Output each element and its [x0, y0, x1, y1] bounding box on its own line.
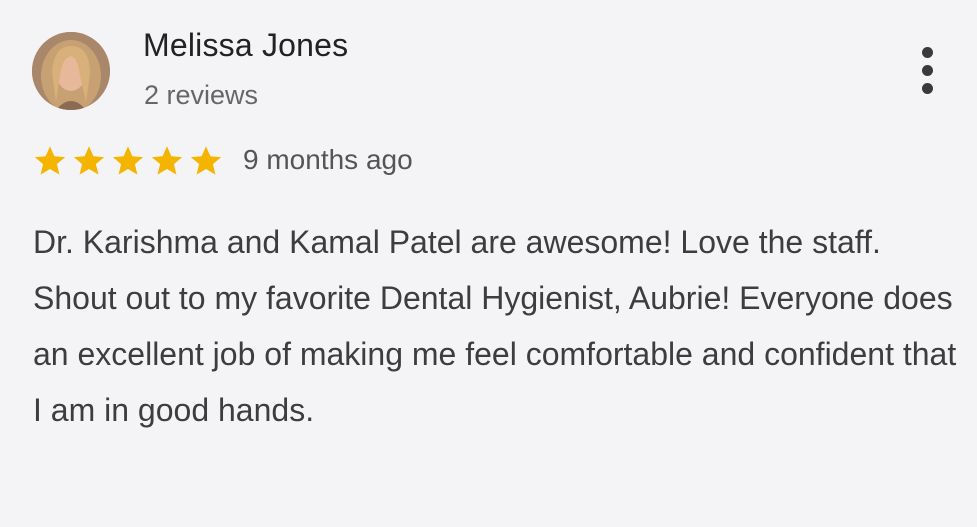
reviewer-name[interactable]: Melissa Jones: [143, 27, 348, 64]
star-rating: [32, 143, 224, 179]
star-icon: [190, 146, 222, 175]
star-icon: [151, 146, 183, 175]
avatar-image: [32, 32, 110, 110]
avatar[interactable]: [32, 32, 110, 110]
more-vert-icon-dot: [921, 82, 933, 94]
star-icon: [112, 146, 144, 175]
review-text: Dr. Karishma and Kamal Patel are awesome…: [33, 224, 957, 428]
more-vert-icon-dot: [921, 64, 933, 76]
review-card: Melissa Jones 2 reviews 9 months ago Dr.…: [0, 0, 977, 527]
star-icon: [34, 146, 66, 175]
more-vert-icon: [921, 46, 933, 58]
reviewer-review-count[interactable]: 2 reviews: [144, 80, 258, 111]
star-icon: [73, 146, 105, 175]
review-time: 9 months ago: [243, 144, 413, 175]
more-options-button[interactable]: [905, 40, 949, 100]
